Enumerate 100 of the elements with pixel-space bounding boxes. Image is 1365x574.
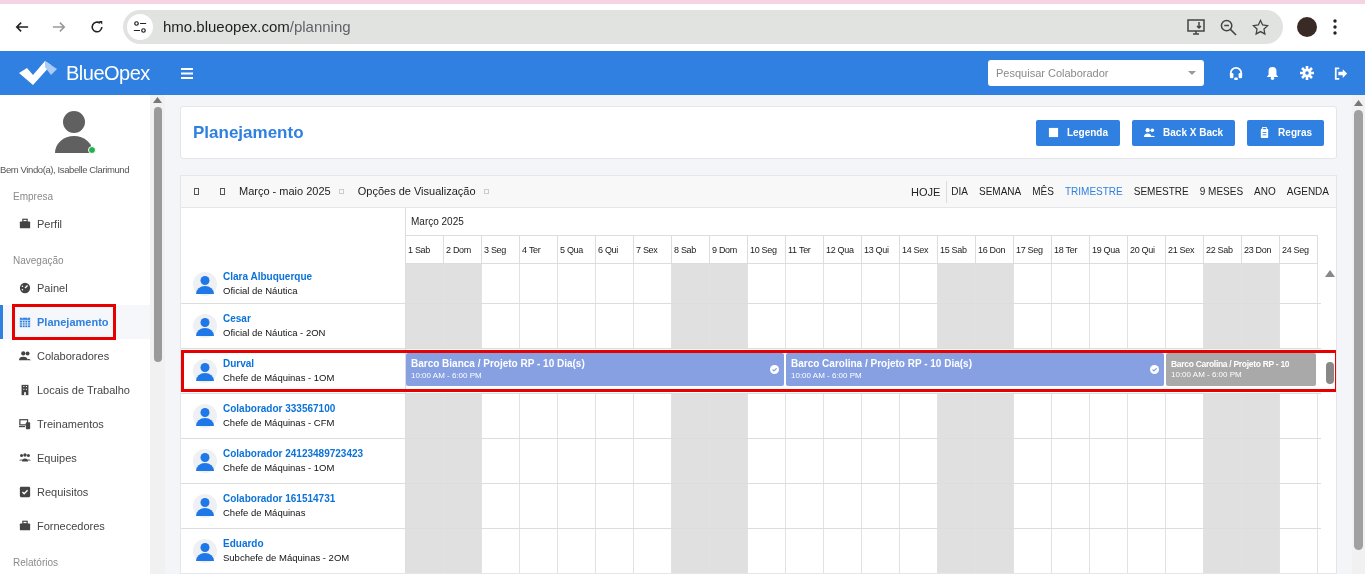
- user-avatar-icon: [55, 111, 93, 153]
- view-tab[interactable]: DIA: [951, 184, 969, 199]
- checkbox-icon: [19, 486, 31, 499]
- date-range-label[interactable]: Março - maio 2025: [239, 183, 331, 200]
- nav-link[interactable]: Requisitos: [15, 477, 93, 508]
- url-text: hmo.blueopex.com/planning: [163, 16, 351, 37]
- nav-link[interactable]: Equipes: [15, 443, 81, 474]
- day-header: 23 Don: [1242, 236, 1280, 263]
- toolbar-button[interactable]: Back X Back: [1132, 119, 1236, 146]
- toolbar-button[interactable]: Regras: [1247, 119, 1324, 146]
- menu-icon[interactable]: [1333, 19, 1337, 35]
- briefcase-icon: [19, 218, 31, 231]
- address-bar[interactable]: hmo.blueopex.com/planning: [123, 10, 1283, 44]
- view-tab[interactable]: MÊS: [1032, 184, 1054, 199]
- nav-link[interactable]: Perfil: [15, 209, 67, 240]
- nav-link[interactable]: Locais de Trabalho: [15, 375, 134, 406]
- day-header: 3 Seg: [482, 236, 520, 263]
- view-tab[interactable]: TRIMESTRE: [1064, 184, 1123, 199]
- logout-icon[interactable]: [1334, 66, 1348, 80]
- search-field[interactable]: Pesquisar Colaborador: [988, 60, 1204, 86]
- view-options-menu[interactable]: Opções de Visualização: [357, 183, 476, 200]
- clipboard-icon: [1259, 127, 1271, 138]
- caret-icon[interactable]: [1188, 71, 1196, 75]
- collaborator-name[interactable]: Cesar: [223, 313, 326, 325]
- day-header: 19 Qua: [1090, 236, 1128, 263]
- collaborator-role: Chefe de Máquinas - 1OM: [223, 372, 335, 384]
- day-header: 8 Sab: [672, 236, 710, 263]
- square-icon: [1047, 127, 1059, 138]
- collaborator-name[interactable]: Colaborador 161514731: [223, 493, 336, 505]
- scroll-up-icon[interactable]: [153, 97, 162, 103]
- collaborator-name[interactable]: Eduardo: [223, 538, 350, 550]
- day-header: 12 Qua: [824, 236, 862, 263]
- collaborator-role: Chefe de Máquinas - 1OM: [223, 462, 336, 474]
- collaborator-name[interactable]: Colaborador 24123489723423: [223, 448, 364, 460]
- calendar-icon: [19, 316, 31, 329]
- collaborator-name[interactable]: Durval: [223, 358, 335, 370]
- day-header: 1 Sab: [406, 236, 444, 263]
- headset-icon[interactable]: [1229, 66, 1243, 80]
- day-header: 20 Qui: [1128, 236, 1166, 263]
- day-header: 15 Sab: [938, 236, 976, 263]
- day-header: 22 Sab: [1204, 236, 1242, 263]
- collaborator-name[interactable]: Colaborador 333567100: [223, 403, 336, 415]
- profile-avatar[interactable]: [1297, 17, 1317, 37]
- scroll-up-icon[interactable]: [1354, 100, 1363, 106]
- day-header: 9 Dom: [710, 236, 748, 263]
- nav-link[interactable]: Treinamentos: [15, 409, 108, 440]
- section-title: Empresa: [13, 190, 54, 204]
- day-header: 14 Sex: [900, 236, 938, 263]
- day-header: 16 Don: [976, 236, 1014, 263]
- site-info-icon[interactable]: [127, 14, 153, 40]
- toolbar-button[interactable]: Legenda: [1035, 119, 1121, 146]
- avatar-icon: [193, 359, 217, 383]
- avatar-icon: [193, 404, 217, 428]
- devices-icon: [19, 418, 31, 431]
- collaborator-role: Chefe de Máquinas: [223, 507, 307, 519]
- logo-icon: [19, 61, 57, 85]
- nav-link[interactable]: Painel: [15, 273, 72, 304]
- day-header: 11 Ter: [786, 236, 824, 263]
- event-title: Barco Bianca / Projeto RP - 10 Dia(s): [411, 358, 586, 370]
- avatar-icon: [193, 449, 217, 473]
- collaborator-role: Subchefe de Máquinas - 2OM: [223, 552, 350, 564]
- settings-icon[interactable]: [1300, 66, 1314, 80]
- forward-icon[interactable]: [52, 20, 66, 34]
- day-header: 2 Dom: [444, 236, 482, 263]
- bell-icon[interactable]: [1266, 66, 1279, 80]
- today-button[interactable]: HOJE: [911, 180, 948, 203]
- back-icon[interactable]: [15, 20, 29, 34]
- event-time: 10:00 AM - 6:00 PM: [411, 370, 483, 381]
- view-tab[interactable]: AGENDA: [1286, 184, 1329, 199]
- zoom-out-icon[interactable]: [1220, 18, 1237, 36]
- previous-icon[interactable]: [194, 188, 199, 195]
- reload-icon[interactable]: [90, 20, 104, 34]
- day-header: 5 Qua: [558, 236, 596, 263]
- view-tab[interactable]: SEMESTRE: [1133, 184, 1189, 199]
- briefcase-icon: [19, 520, 31, 533]
- star-icon[interactable]: [1252, 18, 1269, 36]
- install-icon[interactable]: [1187, 18, 1205, 36]
- brand-name: BlueOpex: [66, 61, 150, 86]
- day-header: 17 Seg: [1014, 236, 1052, 263]
- day-header: 4 Ter: [520, 236, 558, 263]
- day-header: 7 Sex: [634, 236, 672, 263]
- gauge-icon: [19, 282, 31, 295]
- nav-link[interactable]: Colaboradores: [15, 341, 114, 372]
- event-title: Barco Carolina / Projeto RP - 10: [1171, 359, 1291, 369]
- day-header: 10 Seg: [748, 236, 786, 263]
- day-header: 13 Qui: [862, 236, 900, 263]
- next-icon[interactable]: [220, 188, 225, 195]
- day-header: 18 Ter: [1052, 236, 1090, 263]
- collaborator-name[interactable]: Clara Albuquerque: [223, 270, 313, 283]
- day-header: 21 Sex: [1166, 236, 1204, 263]
- nav-link[interactable]: Fornecedores: [15, 511, 109, 542]
- view-tab[interactable]: 9 MESES: [1199, 184, 1244, 199]
- collaborator-role: Oficial de Náutica: [223, 284, 299, 297]
- view-tab[interactable]: ANO: [1254, 184, 1276, 199]
- avatar-icon: [193, 494, 217, 518]
- users-icon: [19, 350, 31, 363]
- view-tab[interactable]: SEMANA: [979, 184, 1022, 199]
- event-title: Barco Carolina / Projeto RP - 10 Dia(s): [791, 358, 973, 370]
- building-icon: [19, 384, 31, 397]
- scroll-up-icon[interactable]: [1324, 270, 1335, 277]
